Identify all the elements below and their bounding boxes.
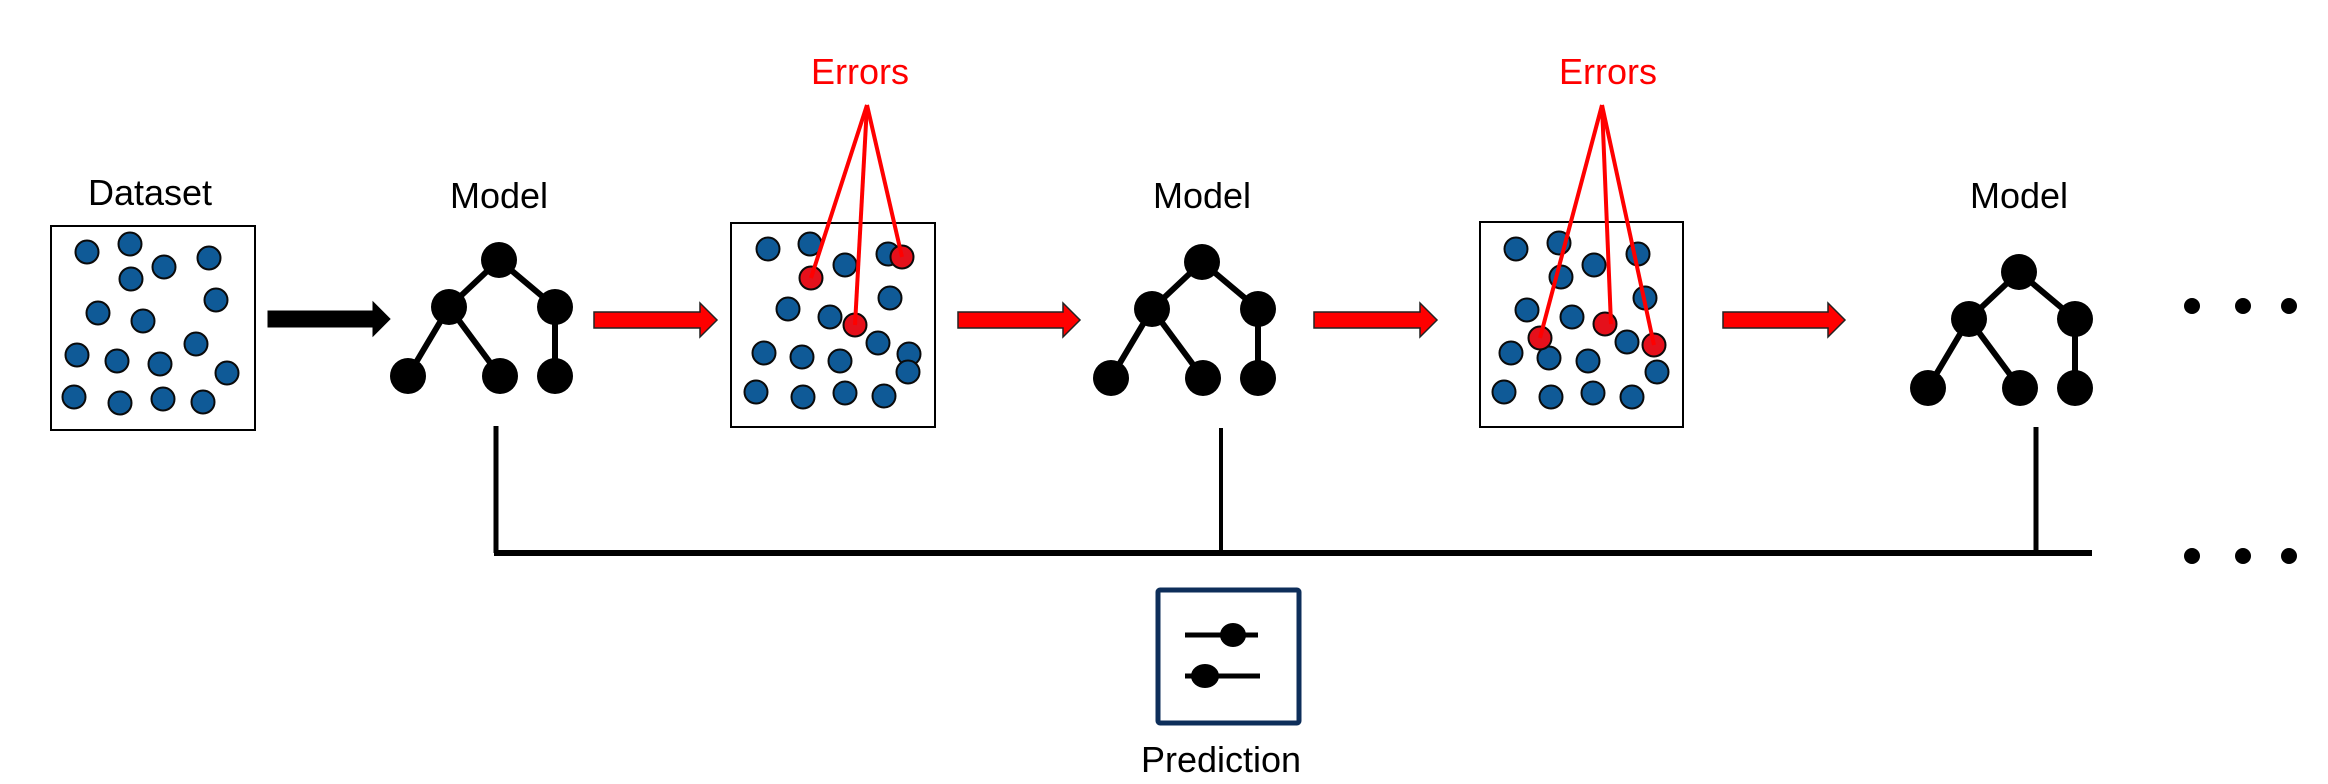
- arrow-dataset-to-model-1: [267, 300, 391, 338]
- data-point: [751, 340, 777, 366]
- tree-node: [1134, 291, 1170, 327]
- model-2-tree-icon: [1093, 244, 1276, 396]
- tree-node: [2002, 370, 2038, 406]
- data-point: [61, 384, 87, 410]
- data-point: [1538, 384, 1564, 410]
- data-point: [147, 351, 173, 377]
- arrow-model-1-to-box-1: [593, 301, 719, 339]
- data-point: [107, 390, 133, 416]
- data-point: [1575, 348, 1601, 374]
- data-point: [85, 300, 111, 326]
- data-point: [151, 254, 177, 280]
- tree-node: [390, 358, 426, 394]
- data-point: [832, 380, 858, 406]
- tree-node: [2057, 301, 2093, 337]
- data-point: [118, 266, 144, 292]
- data-point: [1559, 304, 1585, 330]
- tree-node: [1240, 360, 1276, 396]
- data-point: [214, 360, 240, 386]
- data-point: [1644, 359, 1670, 385]
- tree-node: [2001, 254, 2037, 290]
- data-point: [64, 342, 90, 368]
- tree-node: [481, 242, 517, 278]
- arrow-box-2-to-model-3: [1722, 301, 1847, 339]
- ellipsis-icon-top: [2184, 298, 2297, 314]
- tree-node: [537, 358, 573, 394]
- data-point: [1498, 340, 1524, 366]
- data-point: [789, 344, 815, 370]
- model-3-label: Model: [1970, 175, 2068, 216]
- data-point: [790, 384, 816, 410]
- data-point: [827, 348, 853, 374]
- weighted-dataset-box-2: [1479, 104, 1684, 428]
- data-point: [104, 348, 130, 374]
- model-3-tree-icon: [1910, 254, 2093, 406]
- tree-node: [1185, 360, 1221, 396]
- data-point: [117, 231, 143, 257]
- prediction-label: Prediction: [1141, 739, 1301, 780]
- dataset-box: [50, 225, 256, 431]
- data-point: [775, 296, 801, 322]
- tree-node: [1093, 360, 1129, 396]
- dataset-label: Dataset: [88, 172, 212, 213]
- data-point: [832, 252, 858, 278]
- tree-node: [2057, 370, 2093, 406]
- data-point: [755, 236, 781, 262]
- tree-node: [537, 289, 573, 325]
- model-1-tree-icon: [390, 242, 573, 394]
- data-point: [1491, 379, 1517, 405]
- ellipsis-icon-bottom: [2184, 548, 2297, 564]
- data-point: [1503, 236, 1529, 262]
- boosting-diagram: Dataset Model Model Model Errors Errors …: [50, 51, 2297, 780]
- tree-node: [431, 289, 467, 325]
- data-point: [877, 285, 903, 311]
- data-point: [817, 304, 843, 330]
- data-point: [871, 383, 897, 409]
- tree-node: [1951, 301, 1987, 337]
- data-point: [203, 287, 229, 313]
- data-point: [1592, 311, 1618, 337]
- data-point: [74, 239, 100, 265]
- data-point: [196, 245, 222, 271]
- errors-2-label: Errors: [1559, 51, 1657, 92]
- data-point: [190, 389, 216, 415]
- data-point: [1614, 329, 1640, 355]
- model-2-label: Model: [1153, 175, 1251, 216]
- data-point: [150, 386, 176, 412]
- tree-node: [1184, 244, 1220, 280]
- data-point: [1619, 384, 1645, 410]
- aggregation-lines: [493, 426, 2092, 556]
- data-point: [743, 379, 769, 405]
- errors-1-label: Errors: [811, 51, 909, 92]
- data-point: [895, 359, 921, 385]
- tree-node: [482, 358, 518, 394]
- tree-node: [1910, 370, 1946, 406]
- prediction-box: [1155, 587, 1302, 726]
- arrow-model-2-to-box-2: [1313, 301, 1439, 339]
- data-point: [183, 331, 209, 357]
- data-point: [1581, 252, 1607, 278]
- data-point: [1514, 297, 1540, 323]
- data-point: [130, 308, 156, 334]
- tree-node: [1240, 291, 1276, 327]
- data-point: [1580, 380, 1606, 406]
- arrow-box-1-to-model-2: [957, 301, 1082, 339]
- model-1-label: Model: [450, 175, 548, 216]
- data-point: [865, 330, 891, 356]
- weighted-dataset-box-1: [730, 104, 936, 428]
